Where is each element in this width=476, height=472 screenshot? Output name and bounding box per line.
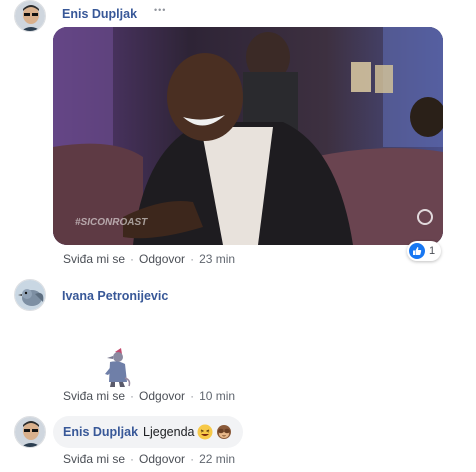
timestamp[interactable]: 23 min bbox=[199, 252, 235, 266]
more-options-icon[interactable]: ••• bbox=[154, 5, 166, 15]
like-link[interactable]: Sviđa mi se bbox=[63, 252, 125, 266]
comment-gif[interactable]: #SICONROAST bbox=[53, 27, 443, 245]
user-avatar-sunglasses-icon bbox=[15, 1, 45, 31]
reply-link[interactable]: Odgovor bbox=[139, 452, 185, 466]
timestamp[interactable]: 22 min bbox=[199, 452, 235, 466]
separator: · bbox=[190, 252, 195, 266]
comment-author-name[interactable]: Enis Dupljak bbox=[63, 425, 138, 439]
laughing-emoji-icon bbox=[197, 424, 213, 440]
reaction-count-badge[interactable]: 1 bbox=[407, 241, 442, 261]
avatar[interactable] bbox=[14, 416, 46, 448]
comment-text: Ljegenda bbox=[143, 425, 195, 439]
timestamp[interactable]: 10 min bbox=[199, 389, 235, 403]
comment-bubble: Enis Dupljak Ljegenda bbox=[53, 416, 244, 448]
rat-detective-sticker[interactable] bbox=[101, 348, 133, 388]
avatar[interactable] bbox=[14, 279, 46, 311]
comment-actions: Sviđa mi se · Odgovor · 10 min bbox=[63, 389, 235, 403]
like-link[interactable]: Sviđa mi se bbox=[63, 452, 125, 466]
separator: · bbox=[130, 452, 135, 466]
comment-actions: Sviđa mi se · Odgovor · 23 min bbox=[63, 252, 235, 266]
gif-watermark: #SICONROAST bbox=[75, 217, 148, 228]
separator: · bbox=[190, 452, 195, 466]
user-avatar-sunglasses-icon bbox=[15, 417, 45, 447]
comment-author-name[interactable]: Enis Dupljak bbox=[62, 7, 137, 21]
avatar[interactable] bbox=[14, 0, 46, 32]
see-no-evil-monkey-emoji-icon bbox=[217, 425, 232, 439]
like-link[interactable]: Sviđa mi se bbox=[63, 389, 125, 403]
comment-author-name[interactable]: Ivana Petronijevic bbox=[62, 289, 168, 303]
reply-link[interactable]: Odgovor bbox=[139, 389, 185, 403]
laughing-man-gif-image: #SICONROAST bbox=[53, 27, 443, 245]
reply-link[interactable]: Odgovor bbox=[139, 252, 185, 266]
like-reaction-icon bbox=[409, 243, 425, 259]
separator: · bbox=[190, 389, 195, 403]
comment-actions: Sviđa mi se · Odgovor · 22 min bbox=[63, 452, 235, 466]
user-avatar-bird-icon bbox=[15, 280, 45, 310]
separator: · bbox=[130, 389, 135, 403]
separator: · bbox=[130, 252, 135, 266]
reaction-count: 1 bbox=[429, 245, 436, 257]
